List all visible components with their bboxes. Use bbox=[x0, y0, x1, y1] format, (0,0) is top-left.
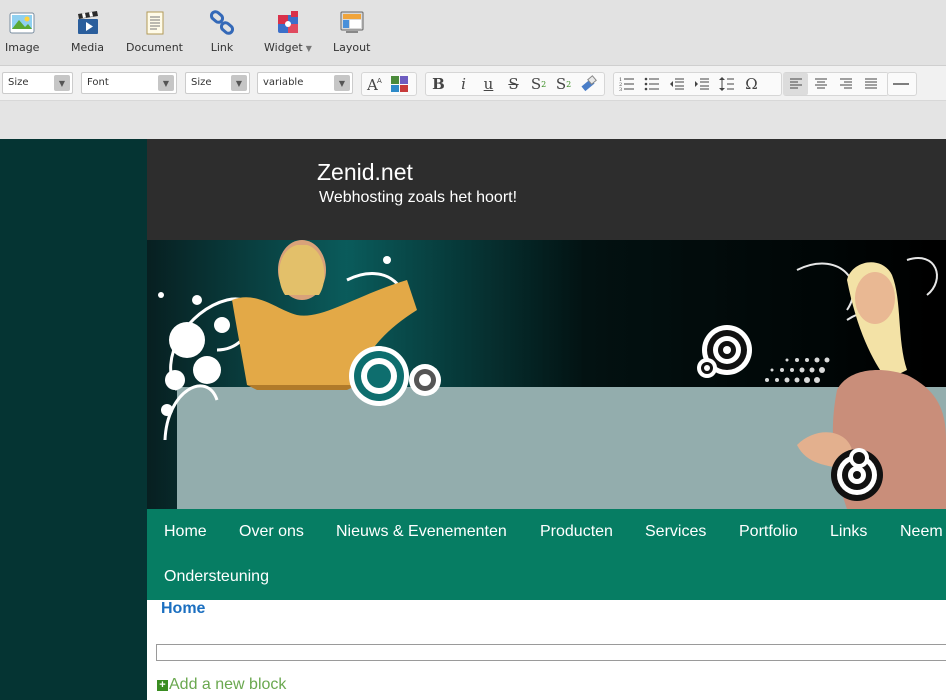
add-block-button[interactable]: + Add a new block bbox=[157, 676, 286, 694]
superscript-icon[interactable]: S2 bbox=[526, 73, 551, 95]
film-clapper-icon bbox=[73, 8, 103, 38]
nav-item-neem[interactable]: Neem bbox=[900, 523, 943, 541]
chevron-down-icon: ▼ bbox=[54, 75, 70, 91]
alignment-group bbox=[783, 72, 889, 96]
bold-button[interactable]: B bbox=[426, 73, 451, 95]
site-header: Zenid.net Webhosting zoals het hoort! bbox=[147, 139, 946, 240]
main-navigation: Home Over ons Nieuws & Evenementen Produ… bbox=[147, 509, 946, 600]
text-style-group: B i u S S2 S2 bbox=[425, 72, 605, 96]
rule-group bbox=[887, 72, 917, 96]
underline-button[interactable]: u bbox=[476, 73, 501, 95]
horizontal-rule-icon[interactable] bbox=[888, 73, 913, 95]
header-banner-image bbox=[147, 240, 946, 509]
nav-item-producten[interactable]: Producten bbox=[540, 523, 613, 541]
justify-icon[interactable] bbox=[858, 73, 883, 95]
color-group: AA bbox=[361, 72, 417, 96]
special-character-icon[interactable]: Ω bbox=[739, 73, 764, 95]
variable-select[interactable]: variable ▼ bbox=[257, 72, 353, 94]
left-background-strip bbox=[0, 139, 147, 700]
indent-icon[interactable] bbox=[689, 73, 714, 95]
style-select[interactable]: Size ▼ bbox=[2, 72, 73, 94]
site-tagline[interactable]: Webhosting zoals het hoort! bbox=[319, 189, 517, 207]
background-color-icon[interactable] bbox=[387, 73, 412, 95]
align-left-icon[interactable] bbox=[783, 73, 808, 95]
line-height-icon[interactable] bbox=[714, 73, 739, 95]
editor-toolbar: Image Media Document Link Widget ▼ Layout bbox=[0, 0, 946, 65]
nav-item-over-ons[interactable]: Over ons bbox=[239, 523, 304, 541]
puzzle-widget-icon bbox=[273, 8, 303, 38]
site-title[interactable]: Zenid.net bbox=[317, 159, 413, 186]
clear-format-icon[interactable] bbox=[576, 73, 601, 95]
chevron-down-icon: ▼ bbox=[305, 44, 312, 53]
svg-text:3: 3 bbox=[619, 87, 622, 92]
align-right-icon[interactable] bbox=[833, 73, 858, 95]
italic-button[interactable]: i bbox=[451, 73, 476, 95]
widget-button[interactable]: Widget ▼ bbox=[264, 8, 312, 54]
document-icon bbox=[140, 8, 170, 38]
image-button[interactable]: Image bbox=[5, 8, 39, 54]
nav-item-ondersteuning[interactable]: Ondersteuning bbox=[164, 568, 269, 586]
breadcrumb[interactable]: Home bbox=[161, 600, 205, 618]
ordered-list-icon[interactable]: 123 bbox=[614, 73, 639, 95]
font-select[interactable]: Font ▼ bbox=[81, 72, 177, 94]
paragraph-group: 123 Ω bbox=[613, 72, 782, 96]
unordered-list-icon[interactable] bbox=[639, 73, 664, 95]
add-block-label: Add a new block bbox=[169, 676, 287, 693]
nav-item-portfolio[interactable]: Portfolio bbox=[739, 523, 798, 541]
media-button[interactable]: Media bbox=[71, 8, 104, 54]
document-button[interactable]: Document bbox=[126, 8, 183, 54]
layout-icon bbox=[337, 8, 367, 38]
link-button[interactable]: Link bbox=[207, 8, 237, 54]
chevron-down-icon: ▼ bbox=[231, 75, 247, 91]
nav-item-links[interactable]: Links bbox=[830, 523, 867, 541]
nav-item-home[interactable]: Home bbox=[164, 523, 207, 541]
page-content: Home + Add a new block bbox=[147, 600, 946, 700]
chevron-down-icon: ▼ bbox=[158, 75, 174, 91]
chain-link-icon bbox=[207, 8, 237, 38]
svg-text:A: A bbox=[377, 77, 382, 85]
nav-item-nieuws[interactable]: Nieuws & Evenementen bbox=[336, 523, 507, 541]
align-center-icon[interactable] bbox=[808, 73, 833, 95]
content-block-placeholder[interactable] bbox=[156, 644, 946, 661]
chevron-down-icon: ▼ bbox=[334, 75, 350, 91]
subscript-icon[interactable]: S2 bbox=[551, 73, 576, 95]
format-toolbar: Size ▼ Font ▼ Size ▼ variable ▼ AA B i u… bbox=[0, 65, 946, 101]
nav-item-services[interactable]: Services bbox=[645, 523, 706, 541]
font-size-select[interactable]: Size ▼ bbox=[185, 72, 250, 94]
font-color-icon[interactable]: AA bbox=[362, 73, 387, 95]
strikethrough-button[interactable]: S bbox=[501, 73, 526, 95]
layout-button[interactable]: Layout bbox=[333, 8, 370, 54]
outdent-icon[interactable] bbox=[664, 73, 689, 95]
plus-icon: + bbox=[157, 679, 168, 691]
toolbar-spacer bbox=[0, 101, 946, 140]
image-icon bbox=[7, 8, 37, 38]
